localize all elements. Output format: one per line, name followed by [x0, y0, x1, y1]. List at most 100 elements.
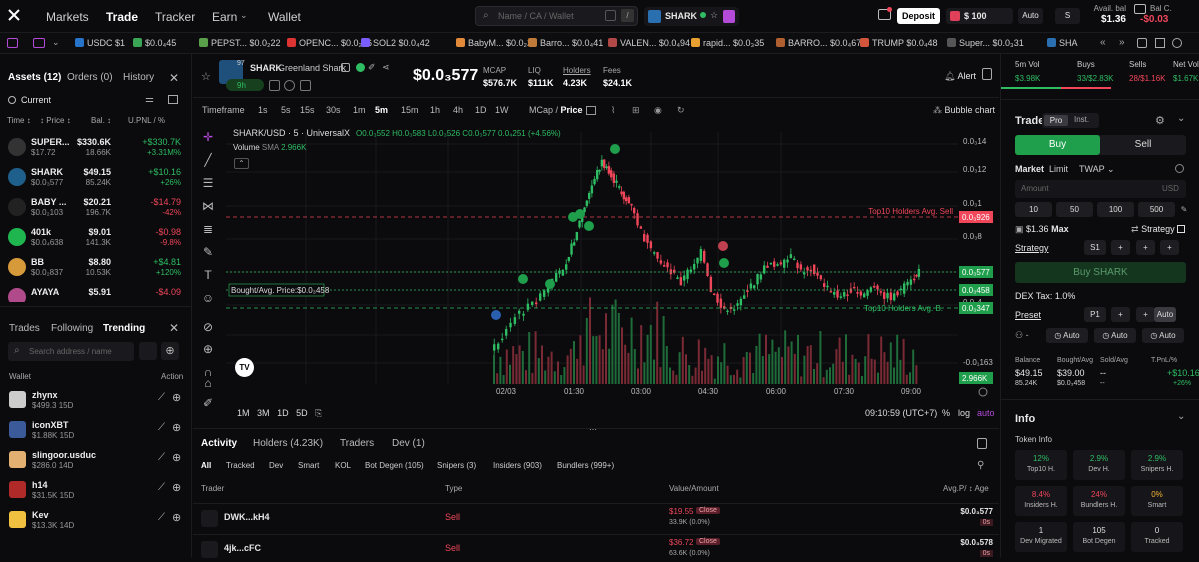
asset-row[interactable]: AYAYA $5.91 -$4.09 [0, 284, 191, 302]
ticker-item[interactable]: Barro... $0.0₄41 [528, 38, 603, 48]
filter-chip[interactable]: KOL [335, 461, 351, 470]
calendar-icon[interactable]: ⎘ [315, 408, 322, 418]
preset-p1[interactable]: P1 [1084, 307, 1106, 322]
ticker-item[interactable]: BabyM... $0.0₂25 [456, 38, 537, 48]
logo-icon[interactable] [7, 8, 21, 22]
tab-holders[interactable]: Holders (4.23K) [253, 438, 323, 449]
share-icon[interactable]: ⋖ [382, 62, 390, 73]
chevron-down-icon[interactable]: ⌄ [1177, 411, 1185, 422]
sell-tab[interactable]: Sell [1100, 135, 1186, 155]
wallet-row[interactable]: slingoor.usduc $286.0 14D ⟋ ⊕ [0, 449, 191, 479]
chart-icon[interactable]: ⟋ [158, 422, 165, 433]
nav-earn[interactable]: Earn [212, 10, 237, 24]
close-icon[interactable]: ✕ [169, 321, 179, 335]
strategy-add-2[interactable]: + [1136, 240, 1155, 255]
mcap-price-toggle[interactable]: MCap / Price [529, 105, 583, 115]
filter-chip[interactable]: Tracked [226, 461, 255, 470]
table-row[interactable]: DWK...kH4 Sell $19.55 Close 33.9K (0.0%) $0.0… [193, 503, 999, 531]
copy-icon[interactable] [341, 63, 350, 72]
token-info-card[interactable]: 0% Smart [1131, 486, 1183, 516]
timeframe-1m[interactable]: 1m [353, 105, 366, 115]
timeframe-1s[interactable]: 1s [258, 105, 268, 115]
token-info-card[interactable]: 8.4% Insiders H. [1015, 486, 1067, 516]
ticker-item[interactable]: rapid... $0.0₃35 [691, 38, 764, 48]
monitor-icon[interactable] [33, 38, 45, 48]
wallet-row[interactable]: Kev $13.3K 14D ⟋ ⊕ [0, 509, 191, 539]
settings-icon[interactable] [1172, 38, 1182, 48]
indicator-icon[interactable] [586, 106, 596, 115]
filter-chip[interactable]: Bot Degen (105) [365, 461, 424, 470]
timeframe-15s[interactable]: 15s [300, 105, 315, 115]
log-toggle[interactable]: log [958, 408, 970, 418]
order-market[interactable]: Market [1015, 164, 1044, 174]
double-chevron-left-icon[interactable]: « [1100, 37, 1106, 48]
asset-row[interactable]: 401k $0.0₄638 $9.01 141.3K -$0.98 -9.8% [0, 224, 191, 254]
web-icon[interactable] [356, 63, 365, 72]
token-info-card[interactable]: 24% Bundlers H. [1073, 486, 1125, 516]
ticker-item[interactable]: OPENC... $0.0₂76 [287, 38, 372, 48]
chart-icon[interactable]: ⟋ [158, 482, 165, 493]
nav-markets[interactable]: Markets [46, 10, 89, 24]
filter-chip[interactable]: Dev [269, 461, 283, 470]
trader-address[interactable]: 4jk...cFC [224, 543, 261, 553]
filter-chip[interactable]: All [201, 461, 211, 470]
timeframe-1W[interactable]: 1W [495, 105, 509, 115]
buy-tab[interactable]: Buy [1015, 135, 1100, 155]
grid-icon[interactable] [269, 80, 280, 91]
filter-icon[interactable]: ⚲ [977, 460, 984, 471]
asset-row[interactable]: BABY ... $0.0₂103 $20.21 196.7K -$14.79 -42% [0, 194, 191, 224]
range-5d[interactable]: 5D [296, 408, 308, 418]
copy-icon[interactable] [605, 10, 616, 21]
amount-preset-500[interactable]: 500 [1138, 202, 1175, 217]
wallet-row[interactable]: iconXBT $1.88K 15D ⟋ ⊕ [0, 419, 191, 449]
wallet-search-input[interactable]: ⌕ Search address / name [8, 342, 134, 361]
strategy-add-3[interactable]: + [1160, 240, 1179, 255]
copy-button[interactable] [139, 342, 157, 360]
close-badge[interactable]: Close [696, 538, 720, 545]
add-icon[interactable]: ⊕ [172, 391, 181, 404]
copy-icon[interactable] [1137, 38, 1147, 48]
double-chevron-right-icon[interactable]: » [1119, 37, 1125, 48]
ticker-item[interactable]: VALEN... $0.0₄94 [608, 38, 690, 48]
token-info-card[interactable]: 2.9% Dev H. [1073, 450, 1125, 480]
chevron-down-icon[interactable]: ⌄ [1177, 113, 1185, 124]
star-icon[interactable]: ☆ [201, 70, 211, 83]
auto-toggle[interactable]: auto [977, 408, 995, 418]
add-icon[interactable]: ⊕ [172, 511, 181, 524]
order-twap[interactable]: TWAP ⌄ [1079, 164, 1115, 175]
chevron-down-icon[interactable]: ⌄ [52, 37, 60, 48]
settings-icon[interactable]: ⚙ [1155, 114, 1165, 127]
asset-row[interactable]: BB $0.0₂837 $8.80 10.53K +$4.81 +120% [0, 254, 191, 284]
max-balance[interactable]: ▣ $1.36 Max [1015, 224, 1069, 235]
camera-icon[interactable]: ◉ [654, 105, 662, 116]
filter-chip[interactable]: Insiders (903) [493, 461, 542, 470]
ticker-item[interactable]: TRUMP $0.0₄48 [860, 38, 938, 48]
ticker-item[interactable]: Super... $0.0₃31 [947, 38, 1024, 48]
expand-icon[interactable] [1155, 38, 1165, 48]
tab-traders[interactable]: Traders [340, 438, 374, 449]
token-info-card[interactable]: 0 Tracked [1131, 522, 1183, 552]
filter-chip[interactable]: Snipers (3) [437, 461, 476, 470]
add-icon[interactable]: ⊕ [172, 421, 181, 434]
amount-preset-10[interactable]: 10 [1015, 202, 1052, 217]
range-1m[interactable]: 1M [237, 408, 250, 418]
trader-address[interactable]: DWK...kH4 [224, 512, 270, 522]
timeframe-15m[interactable]: 15m [401, 105, 419, 115]
edit-icon[interactable]: ✎ [1177, 202, 1191, 217]
asset-row[interactable]: SHARK $0.0₃577 $49.15 85.24K +$10.16 +26% [0, 164, 191, 194]
auto-option-3[interactable]: ◷ Auto [1142, 328, 1184, 343]
side-panel-icon[interactable] [982, 68, 992, 80]
preset-add-2[interactable]: + [1136, 307, 1155, 322]
ticker-item[interactable]: SHA [1047, 38, 1078, 48]
side-panel-icon[interactable] [977, 438, 987, 449]
close-badge[interactable]: Close [696, 507, 720, 514]
add-icon[interactable]: ⊕ [172, 481, 181, 494]
wallet-row[interactable]: h14 $31.5K 15D ⟋ ⊕ [0, 479, 191, 509]
search-input[interactable]: Name / CA / Wallet [498, 11, 574, 21]
chart-icon[interactable]: ⟋ [158, 512, 165, 523]
ticker-item[interactable]: USDC $1 [75, 38, 125, 48]
token-info-card[interactable]: 2.9% Snipers H. [1131, 450, 1183, 480]
asset-row[interactable]: SUPER... $17.72 $330.6K 18.66K +$330.7K +3.31… [0, 134, 191, 164]
resize-handle[interactable]: ⋯ [589, 425, 597, 434]
tab-activity[interactable]: Activity [201, 438, 237, 449]
